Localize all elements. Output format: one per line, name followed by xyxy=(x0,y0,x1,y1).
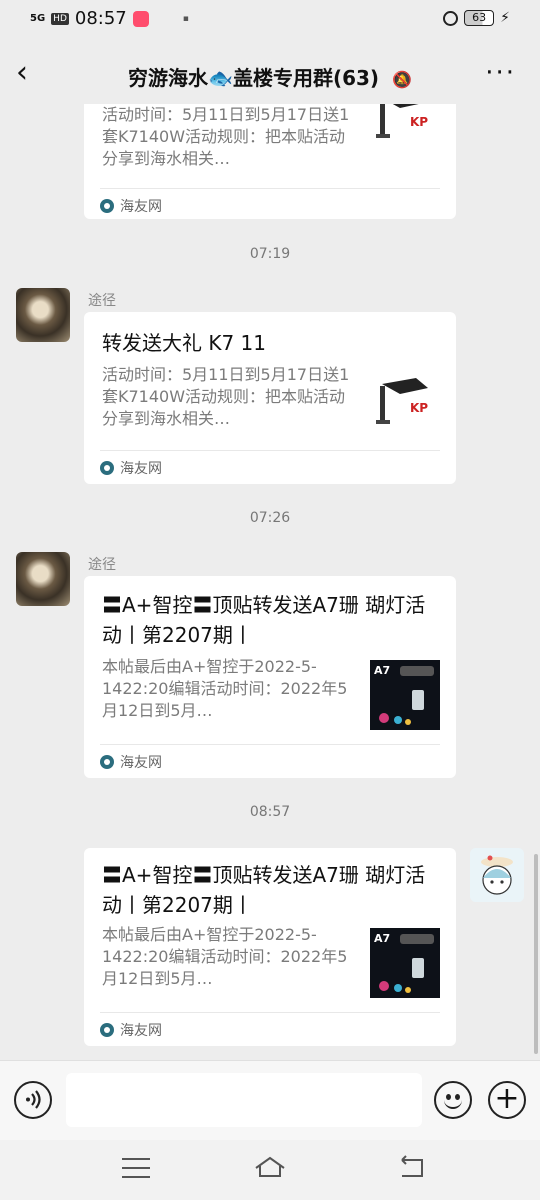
group-name: 穷游海水🐟盖楼专用群(63) xyxy=(128,66,380,90)
more-options-icon[interactable]: ··· xyxy=(485,58,516,88)
link-card-title: 〓A+智控〓顶贴转发送A7珊 瑚灯活动丨第2207期丨 xyxy=(102,593,426,647)
chat-history[interactable]: 活动时间：5月11日到5月17日送1套K7140W活动规则：把本贴活动分享到海水… xyxy=(0,104,540,1060)
chat-scrollbar[interactable] xyxy=(534,854,538,1054)
site-logo-icon xyxy=(100,755,114,769)
card-divider xyxy=(100,188,440,189)
home-icon[interactable] xyxy=(254,1154,286,1180)
message-input[interactable] xyxy=(66,1073,422,1127)
link-card-title: 转发送大礼 K7 11 xyxy=(102,331,267,355)
link-source: 海友网 xyxy=(100,752,162,772)
sender-name: 途径 xyxy=(88,557,116,573)
link-card-description: 活动时间：5月11日到5月17日送1套K7140W活动规则：把本贴活动分享到海水… xyxy=(102,365,350,428)
link-source: 海友网 xyxy=(100,1020,162,1040)
source-name: 海友网 xyxy=(120,199,162,215)
link-card-description: 本帖最后由A+智控于2022-5-1422:20编辑活动时间：2022年5月12… xyxy=(102,657,348,720)
link-source: 海友网 xyxy=(100,196,162,216)
card-divider xyxy=(100,450,440,451)
link-card-description: 活动时间：5月11日到5月17日送1套K7140W活动规则：把本贴活动分享到海水… xyxy=(102,105,350,168)
emoji-icon[interactable] xyxy=(434,1081,472,1119)
avatar[interactable] xyxy=(16,552,70,606)
menu-icon[interactable] xyxy=(122,1158,150,1178)
input-bar: + xyxy=(0,1060,540,1140)
voice-icon[interactable] xyxy=(14,1081,52,1119)
link-card[interactable]: 转发送大礼 K7 11 活动时间：5月11日到5月17日送1套K7140W活动规… xyxy=(84,312,456,484)
thumb-brand-text: KP xyxy=(410,401,428,415)
app-notification-icon xyxy=(132,10,149,27)
timestamp: 07:26 xyxy=(249,510,291,526)
card-divider xyxy=(100,744,440,745)
status-bar: 5G HD 08:57 ▪ 63 ⚡ xyxy=(0,0,540,40)
chat-header: ‹ 穷游海水🐟盖楼专用群(63) 🔕 ··· xyxy=(0,48,540,104)
sender-name: 途径 xyxy=(88,293,116,309)
avatar[interactable] xyxy=(16,288,70,342)
avatar[interactable] xyxy=(470,848,524,902)
network-signal: 5G xyxy=(30,12,46,24)
timestamp: 07:19 xyxy=(249,246,291,262)
thumb-brand-text: KP xyxy=(410,115,428,129)
site-logo-icon xyxy=(100,461,114,475)
timestamp: 08:57 xyxy=(249,804,291,820)
link-card[interactable]: 〓A+智控〓顶贴转发送A7珊 瑚灯活动丨第2207期丨 本帖最后由A+智控于20… xyxy=(84,848,456,1046)
clock-time: 08:57 xyxy=(74,8,127,29)
plus-icon[interactable]: + xyxy=(488,1081,526,1119)
lamp-thumbnail: KP xyxy=(370,104,440,154)
coral-lamp-thumbnail: A7 xyxy=(370,660,440,730)
battery-icon: 63 xyxy=(464,10,495,26)
link-card-description: 本帖最后由A+智控于2022-5-1422:20编辑活动时间：2022年5月12… xyxy=(102,925,348,988)
back-nav-icon[interactable] xyxy=(398,1154,426,1180)
source-name: 海友网 xyxy=(120,461,162,477)
lamp-thumbnail: KP xyxy=(370,370,440,440)
thumb-brand-text: A7 xyxy=(374,932,390,945)
alarm-icon xyxy=(443,10,459,26)
site-logo-icon xyxy=(100,199,114,213)
hd-badge: HD xyxy=(51,12,69,25)
notification-dot-icon: ▪ xyxy=(182,13,189,24)
battery-level: 63 xyxy=(472,11,487,24)
link-card[interactable]: 活动时间：5月11日到5月17日送1套K7140W活动规则：把本贴活动分享到海水… xyxy=(84,104,456,219)
coral-lamp-thumbnail: A7 xyxy=(370,928,440,998)
link-card[interactable]: 〓A+智控〓顶贴转发送A7珊 瑚灯活动丨第2207期丨 本帖最后由A+智控于20… xyxy=(84,576,456,778)
thumb-brand-text: A7 xyxy=(374,664,390,677)
source-name: 海友网 xyxy=(120,1023,162,1039)
site-logo-icon xyxy=(100,1023,114,1037)
chat-title: 穷游海水🐟盖楼专用群(63) 🔕 xyxy=(0,62,540,91)
link-card-title: 〓A+智控〓顶贴转发送A7珊 瑚灯活动丨第2207期丨 xyxy=(102,863,426,917)
bell-off-icon: 🔕 xyxy=(392,70,412,89)
card-divider xyxy=(100,1012,440,1013)
link-source: 海友网 xyxy=(100,458,162,478)
charging-icon: ⚡ xyxy=(500,10,510,26)
source-name: 海友网 xyxy=(120,755,162,771)
system-nav-bar xyxy=(0,1140,540,1200)
